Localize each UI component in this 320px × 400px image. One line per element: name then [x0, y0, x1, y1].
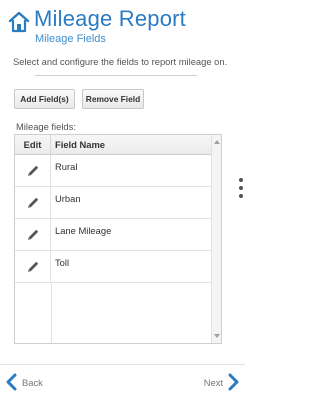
remove-field-button[interactable]: Remove Field — [82, 89, 144, 109]
table-row[interactable]: Rural — [15, 155, 211, 187]
mileage-fields-grid: Edit Field Name Rural Urban Lane Mileage… — [14, 134, 222, 344]
pencil-icon[interactable] — [26, 260, 40, 274]
add-fields-button[interactable]: Add Field(s) — [14, 89, 75, 109]
grid-scrollbar[interactable] — [211, 135, 221, 343]
field-name-cell: Toll — [55, 257, 70, 268]
table-row[interactable]: Urban — [15, 187, 211, 219]
pencil-icon[interactable] — [26, 196, 40, 210]
grid-header: Edit Field Name — [15, 135, 211, 155]
edit-cell — [15, 251, 51, 282]
page-subtitle: Mileage Fields — [35, 33, 106, 45]
back-button[interactable]: Back — [5, 372, 55, 392]
next-label: Next — [203, 377, 223, 388]
column-divider — [51, 283, 52, 343]
field-name-cell: Lane Mileage — [55, 225, 112, 236]
table-row[interactable]: Lane Mileage — [15, 219, 211, 251]
column-header-edit[interactable]: Edit — [15, 135, 51, 154]
instructions-text: Select and configure the fields to repor… — [13, 56, 228, 67]
chevron-left-icon — [6, 373, 17, 391]
field-name-cell: Urban — [55, 193, 81, 204]
pencil-icon[interactable] — [26, 164, 40, 178]
pencil-icon[interactable] — [26, 228, 40, 242]
vertical-dots-icon[interactable] — [238, 178, 244, 200]
page-title: Mileage Report — [34, 6, 186, 31]
edit-cell — [15, 219, 51, 250]
column-header-field-name[interactable]: Field Name — [55, 135, 105, 154]
mileage-fields-label: Mileage fields: — [16, 121, 76, 132]
next-button[interactable]: Next — [190, 372, 240, 392]
header: Mileage Report Mileage Fields — [6, 4, 236, 48]
home-icon[interactable] — [7, 10, 31, 34]
edit-cell — [15, 155, 51, 186]
footer-divider — [0, 364, 245, 365]
divider — [35, 75, 197, 76]
scroll-down-icon[interactable] — [214, 334, 220, 338]
scroll-up-icon[interactable] — [214, 140, 220, 144]
edit-cell — [15, 187, 51, 218]
table-row[interactable]: Toll — [15, 251, 211, 283]
field-name-cell: Rural — [55, 161, 78, 172]
back-label: Back — [22, 377, 43, 388]
grid-body: Rural Urban Lane Mileage Toll — [15, 155, 211, 343]
chevron-right-icon — [228, 373, 239, 391]
